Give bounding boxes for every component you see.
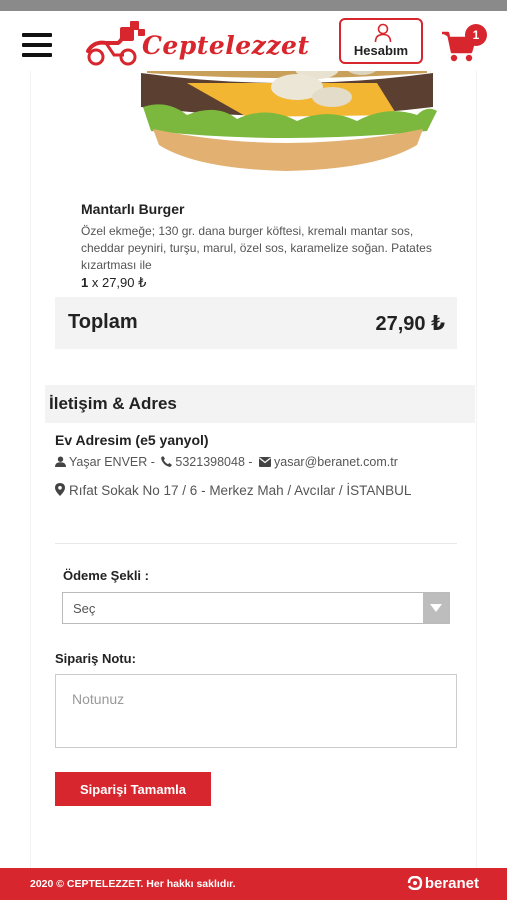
- address-line: Rıfat Sokak No 17 / 6 - Merkez Mah / Avc…: [55, 479, 430, 502]
- order-total: Toplam 27,90 ₺: [55, 297, 457, 349]
- product-price: 27,90 ₺: [101, 275, 147, 290]
- payment-selected-value: Seç: [73, 601, 96, 616]
- logo-text: Ceptelezzet: [142, 31, 310, 60]
- address-title: Ev Adresim (e5 yanyol): [55, 432, 209, 448]
- order-note-label: Sipariş Notu:: [55, 651, 136, 666]
- footer-copyright: 2020 © CEPTELEZZET. Her hakkı saklıdır.: [30, 878, 236, 890]
- cart-count-badge: 1: [465, 24, 487, 46]
- payment-method-select[interactable]: Seç: [62, 592, 450, 624]
- site-footer: 2020 © CEPTELEZZET. Her hakkı saklıdır. …: [0, 868, 507, 900]
- product-name: Mantarlı Burger: [81, 201, 185, 217]
- contact-email: yasar@beranet.com.tr: [274, 455, 398, 469]
- address-text: Rıfat Sokak No 17 / 6 - Merkez Mah / Avc…: [69, 483, 412, 498]
- total-value: 27,90 ₺: [375, 313, 445, 335]
- checkout-content: Mantarlı Burger Özel ekmeğe; 130 gr. dan…: [0, 71, 507, 868]
- contact-name: Yaşar ENVER -: [69, 455, 155, 469]
- status-strip: [0, 0, 507, 11]
- caret-down-icon: [430, 604, 442, 612]
- site-logo[interactable]: Ceptelezzet: [84, 19, 320, 69]
- phone-icon: [161, 456, 173, 467]
- user-icon: [374, 23, 392, 43]
- complete-order-button[interactable]: Siparişi Tamamla: [55, 772, 211, 806]
- user-icon: [55, 456, 66, 467]
- product-description: Özel ekmeğe; 130 gr. dana burger köftesi…: [81, 224, 432, 272]
- order-note-input[interactable]: [55, 674, 457, 748]
- product-image: [141, 71, 437, 171]
- footer-brand-text: beranet: [424, 875, 479, 892]
- site-header: Ceptelezzet Hesabım 1: [0, 11, 507, 71]
- quantity-separator: x: [88, 275, 102, 290]
- divider: [55, 543, 457, 544]
- delivery-scooter-icon: [86, 21, 145, 66]
- payment-label: Ödeme Şekli :: [63, 568, 149, 583]
- contact-info: Yaşar ENVER - 5321398048 - yasar@beranet…: [55, 455, 398, 469]
- contact-section-header: İletişim & Adres: [45, 385, 475, 423]
- contact-section-title: İletişim & Adres: [49, 394, 177, 413]
- contact-phone: 5321398048 -: [175, 455, 253, 469]
- cart-button[interactable]: 1: [441, 24, 491, 64]
- product-quantity-price: 1 x 27,90 ₺: [81, 275, 146, 291]
- account-button[interactable]: Hesabım: [339, 18, 423, 64]
- beranet-logo-icon: [407, 875, 423, 891]
- footer-brand[interactable]: beranet: [407, 875, 479, 892]
- checkout-card: Mantarlı Burger Özel ekmeğe; 130 gr. dan…: [30, 71, 477, 868]
- map-marker-icon: [55, 483, 65, 496]
- account-label: Hesabım: [353, 43, 409, 58]
- menu-icon[interactable]: [22, 33, 52, 57]
- total-label: Toplam: [68, 311, 138, 333]
- dropdown-arrow[interactable]: [423, 593, 449, 623]
- envelope-icon: [259, 457, 272, 467]
